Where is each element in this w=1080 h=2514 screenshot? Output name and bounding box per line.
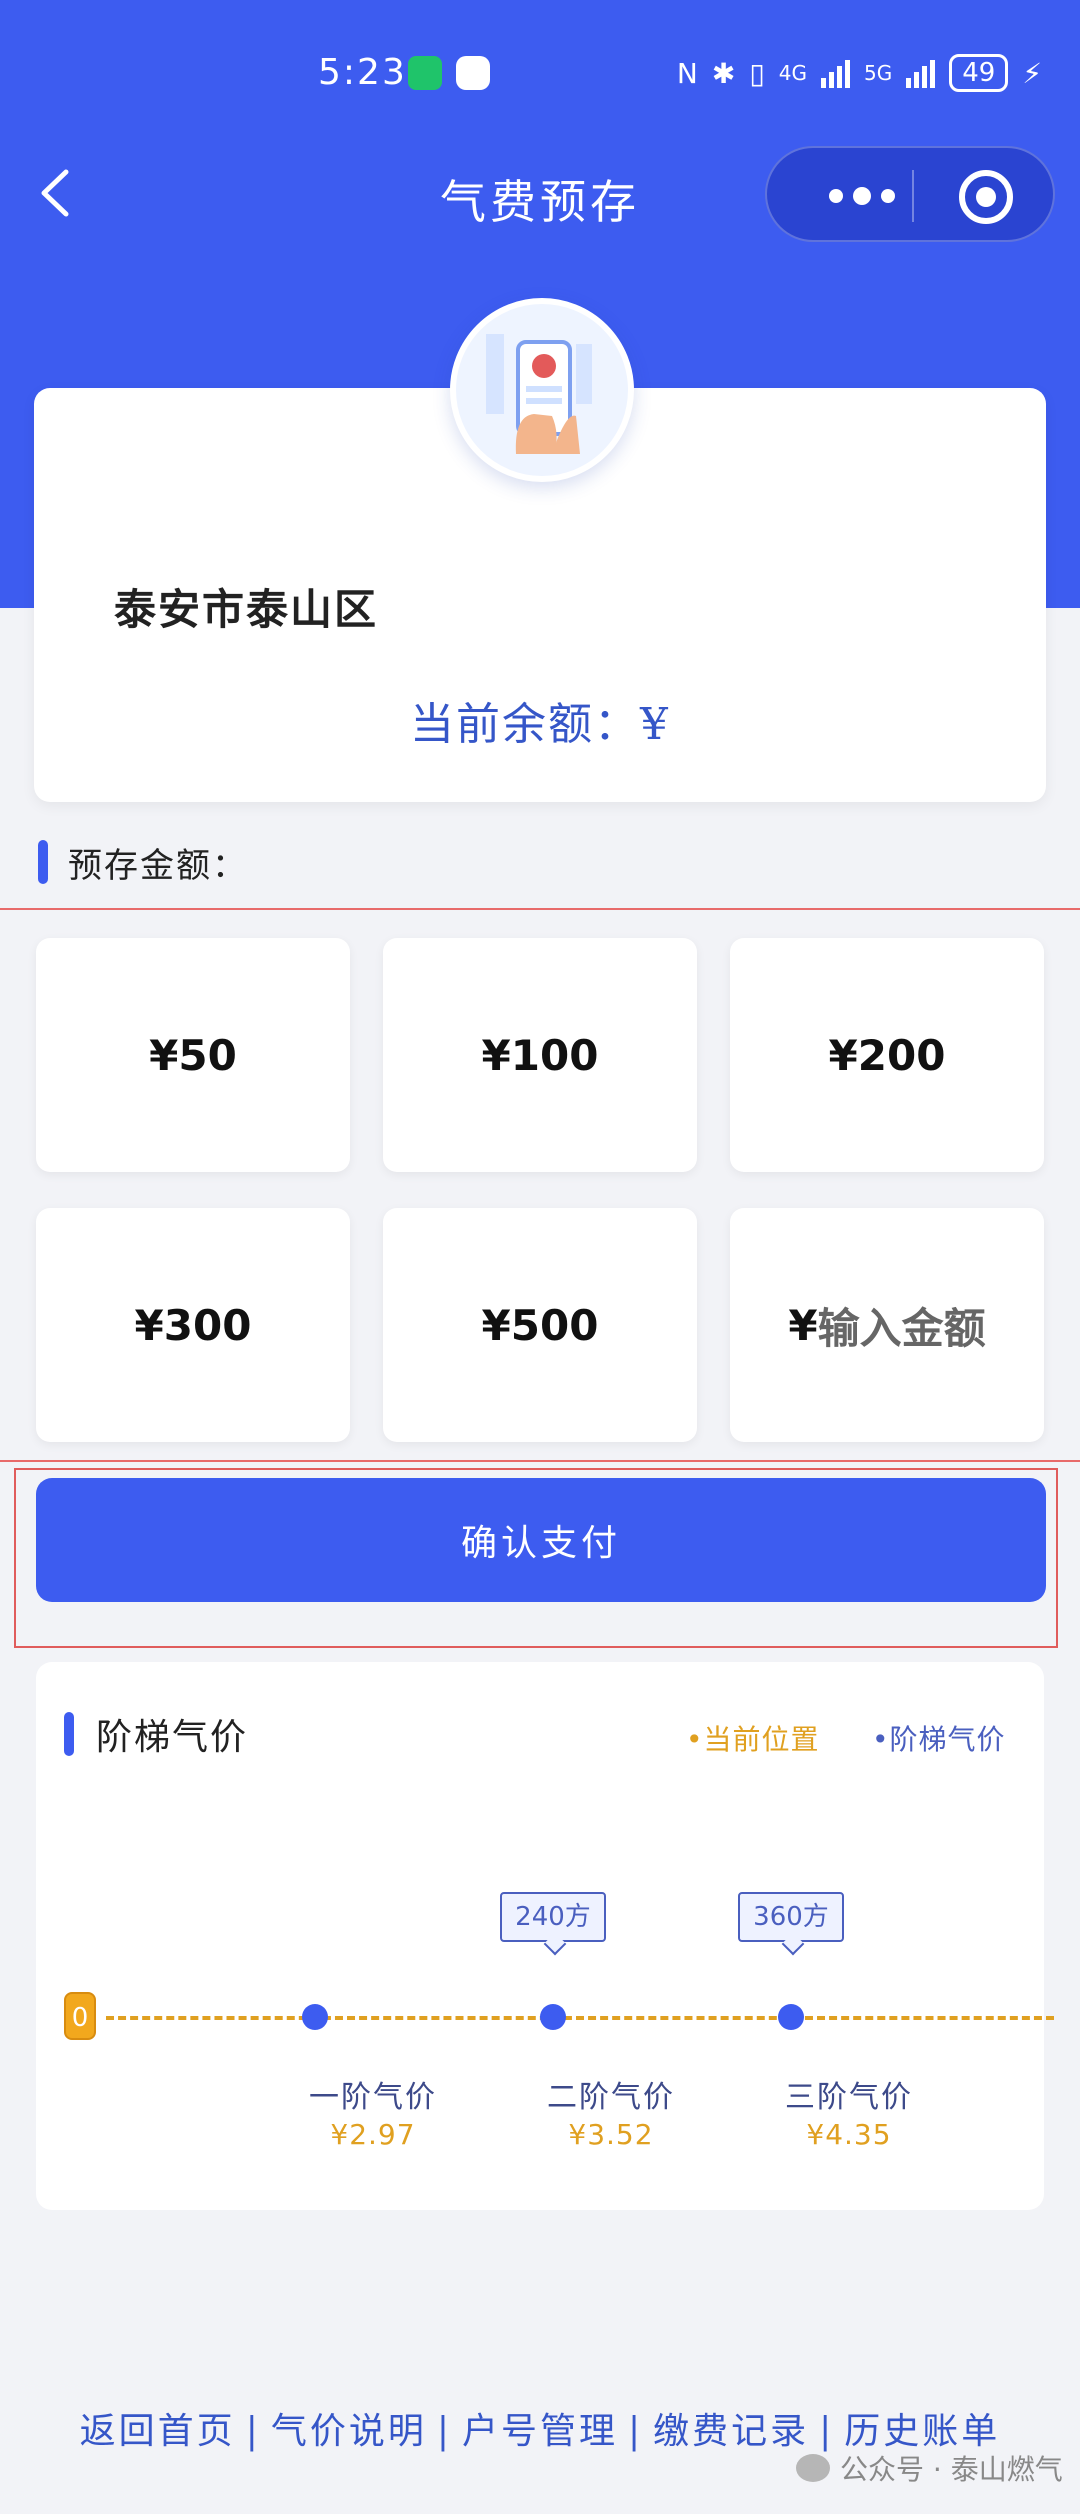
tier-node-3 [778,2004,804,2030]
tier-price-3: ¥4.35 [806,2118,892,2151]
footer-divider: | [245,2411,261,2452]
tier-label-2: 二阶气价 [547,2080,675,2115]
current-balance: 当前余额：¥ [410,699,670,750]
amount-option-500[interactable]: ¥500 [383,1208,697,1442]
footer-divider: | [819,2411,835,2452]
more-menu-icon[interactable] [807,176,917,216]
legend-current-position: •当前位置 [686,1723,820,1756]
status-indicators: N ✱ ▯ 4G 5G 49 ⚡ [677,54,1042,92]
nfc-icon: N [676,56,698,90]
footer-divider: | [436,2411,452,2452]
currency-symbol: ¥ [788,1300,818,1350]
prestore-heading: 预存金额： [38,840,248,886]
footer-nav: 返回首页 | 气价说明 | 户号管理 | 缴费记录 | 历史账单 [0,2402,1080,2454]
wechat-official-account-icon [796,2454,830,2482]
payment-illustration-icon [450,298,634,482]
heading-accent-bar [64,1712,74,1756]
tier-track-line [106,2016,1054,2020]
tier-price-1: ¥2.97 [330,2118,416,2151]
wechat-notification-icon [408,56,442,90]
signal-icon-2 [906,58,936,88]
tier-threshold-360: 360方 [738,1892,844,1942]
battery-indicator: 49 [949,54,1009,92]
charging-icon: ⚡ [1022,56,1042,90]
amount-option-200[interactable]: ¥200 [730,938,1044,1172]
legend-tier-price: •阶梯气价 [872,1723,1006,1756]
footer-link-bill-history[interactable]: 历史账单 [844,2411,1000,2452]
footer-link-payment-records[interactable]: 缴费记录 [653,2411,809,2452]
amount-option-300[interactable]: ¥300 [36,1208,350,1442]
highlight-border-bottom [0,1460,1080,1462]
account-address: 泰安市泰山区 [114,585,379,634]
highlight-border-top [0,908,1080,910]
tier-node-1 [302,2004,328,2030]
status-bar: 5:23 N ✱ ▯ 4G 5G 49 ⚡ [0,48,1080,98]
footer-link-price-info[interactable]: 气价说明 [271,2411,427,2452]
tier-price-2: ¥3.52 [568,2118,654,2151]
custom-amount-input[interactable]: ¥ 输入金额 [730,1208,1044,1442]
footer-divider: | [628,2411,644,2452]
tier-threshold-240: 240方 [500,1892,606,1942]
tier-label-1: 一阶气价 [309,2080,437,2115]
watermark-text: 公众号 · 泰山燃气 [840,2453,1063,2486]
footer-link-home[interactable]: 返回首页 [80,2411,236,2452]
network-5g-label: 5G [864,61,893,85]
current-position-marker: 0 [64,1992,96,2040]
close-miniprogram-icon[interactable] [959,170,1013,224]
miniprogram-capsule [765,146,1055,242]
status-time: 5:23 [318,52,407,93]
bluetooth-icon: ✱ [711,56,736,90]
capsule-divider [912,170,914,222]
watermark: 公众号 · 泰山燃气 [796,2448,1063,2488]
tier-label-3: 三阶气价 [785,2080,913,2115]
tier-price-card: 阶梯气价 •当前位置 •阶梯气价 0 240方 360方 一阶气价 ¥2.97 … [36,1662,1054,2210]
confirm-pay-button[interactable]: 确认支付 [36,1478,1046,1602]
amount-option-50[interactable]: ¥50 [36,938,350,1172]
signal-icon [821,58,850,88]
tier-heading-text: 阶梯气价 [96,1717,249,1758]
storage-notification-icon [456,56,490,90]
tier-node-2 [540,2004,566,2030]
heading-accent-bar [38,840,48,884]
tier-heading: 阶梯气价 [64,1708,248,1760]
footer-link-account-management[interactable]: 户号管理 [462,2411,618,2452]
prestore-heading-text: 预存金额： [68,845,248,886]
vibrate-icon: ▯ [749,56,765,90]
network-4g-label: 4G [778,61,807,85]
custom-amount-placeholder: 输入金额 [817,1303,986,1353]
amount-option-100[interactable]: ¥100 [383,938,697,1172]
